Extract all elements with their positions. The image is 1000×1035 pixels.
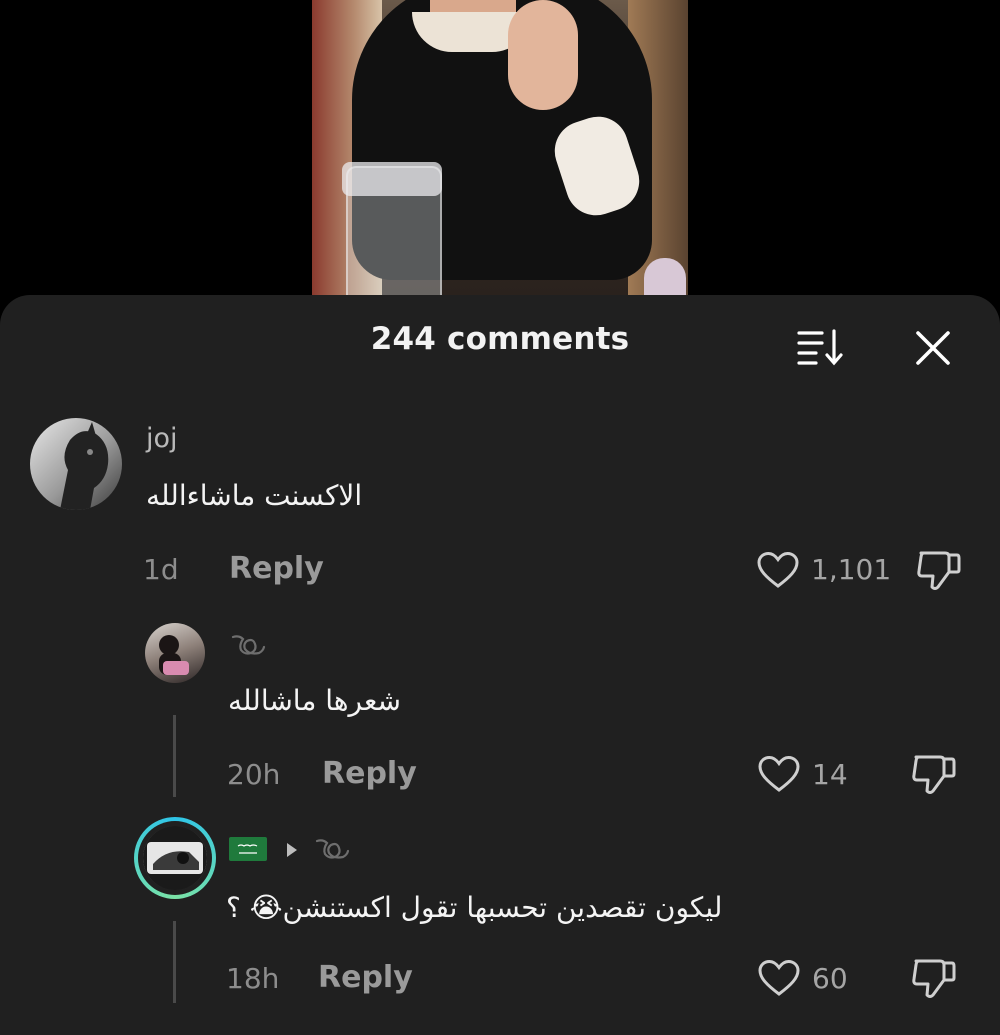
comments-sheet: 244 comments joj الاكسنت ماشاءالله 1d Re… (0, 295, 1000, 1035)
thumbs-down-icon (912, 959, 956, 998)
saudi-flag-icon (229, 837, 267, 861)
comment-text: ليكون تقصدين تحسبها تقول اكستنشن😭 ؟ (226, 891, 723, 924)
avatar[interactable] (134, 817, 216, 899)
car-avatar-icon (143, 826, 207, 890)
video-person-hand (508, 0, 578, 110)
video-bowl (644, 258, 686, 296)
like-count: 60 (812, 962, 848, 995)
video-preview[interactable] (312, 0, 688, 296)
comment-timestamp: 18h (226, 962, 280, 995)
reply-comment-item: ليكون تقصدين تحسبها تقول اكستنشن😭 ؟ 18h … (0, 295, 1000, 1035)
reply-button[interactable]: Reply (318, 960, 413, 995)
video-jar-lid (342, 162, 442, 196)
curl-glyph-icon (313, 837, 351, 867)
heart-outline-icon (758, 959, 800, 996)
dislike-button[interactable] (911, 957, 957, 999)
like-button[interactable] (757, 959, 803, 999)
caret-right-icon (284, 841, 300, 863)
avatar-image (143, 826, 207, 890)
